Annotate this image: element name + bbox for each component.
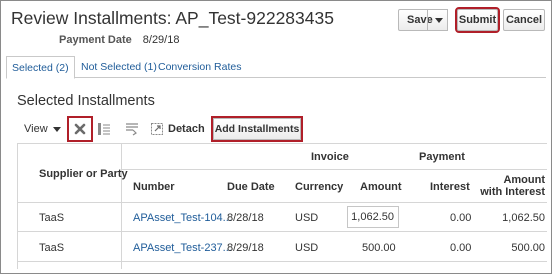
view-label: View [24,123,48,135]
wrap-button[interactable] [125,118,139,140]
group-header-row: Invoice Payment [17,144,547,170]
wrap-icon [126,123,138,136]
save-menu-button[interactable] [427,9,449,31]
detach-icon [151,123,163,135]
add-installments-button[interactable]: Add Installments [211,116,303,142]
cell-currency: USD [295,212,319,224]
view-menu[interactable]: View [24,118,61,140]
freeze-columns-icon [98,123,110,135]
tab-selected[interactable]: Selected (2) [6,56,75,79]
detach-label: Detach [168,123,205,135]
cell-number-link[interactable]: APAsset_Test-104... [133,212,232,224]
payment-group-header: Payment [419,151,465,163]
cell-amount-with-interest: 500.00 [511,242,545,254]
col-amount[interactable]: Amount [360,181,402,193]
page-title: Review Installments: AP_Test-922283435 [11,8,334,28]
cell-supplier: TaaS [39,212,65,224]
cell-currency: USD [295,242,319,254]
submit-label: Submit [458,14,497,26]
tab-bar: Selected (2) Not Selected (1) Conversion… [6,56,546,79]
tab-conversion-rates[interactable]: Conversion Rates [153,56,246,78]
table-row[interactable]: TaaS APAsset_Test-104... 8/28/18 USD 1,0… [17,204,547,232]
submit-button[interactable]: Submit [455,7,500,33]
payment-date: Payment Date 8/29/18 [59,34,179,46]
col-amount-with-interest[interactable]: Amount with Interest [480,174,545,198]
amount-input[interactable]: 1,062.50 [347,206,399,228]
table-toolbar: View Detach Add Installments [17,116,547,142]
col-amount-with-interest-line1: Amount [503,174,545,186]
col-due-date[interactable]: Due Date [227,181,275,193]
delete-button[interactable] [67,116,93,142]
cell-due-date: 8/29/18 [227,242,264,254]
invoice-group-header: Invoice [311,151,349,163]
col-currency[interactable]: Currency [295,181,343,193]
payment-date-value: 8/29/18 [142,34,180,46]
cell-interest: 0.00 [450,242,472,254]
col-amount-with-interest-line2: with Interest [480,186,545,198]
detach-button[interactable]: Detach [150,118,205,140]
installments-table: Invoice Payment Supplier or Party Number… [17,143,547,269]
delete-x-icon [74,123,86,135]
section-title: Selected Installments [17,93,155,109]
column-header-row: Supplier or Party Number Due Date Curren… [17,168,547,203]
cell-supplier: TaaS [39,242,65,254]
cancel-button[interactable]: Cancel [503,9,545,31]
cell-amount-with-interest: 1,062.50 [502,212,545,224]
col-interest[interactable]: Interest [430,181,470,193]
cell-number-link[interactable]: APAsset_Test-237... [133,242,232,254]
table-row[interactable]: TaaS APAsset_Test-237... 8/29/18 USD 500… [17,234,547,262]
payment-date-label: Payment Date [59,34,132,46]
tab-not-selected[interactable]: Not Selected (1) [76,56,162,78]
col-number[interactable]: Number [133,181,175,193]
cell-due-date: 8/28/18 [227,212,264,224]
chevron-down-icon [52,126,61,132]
col-supplier[interactable]: Supplier or Party [39,168,128,180]
cell-interest: 0.00 [450,212,472,224]
cell-amount: 500.00 [362,242,396,254]
chevron-down-icon [434,17,443,23]
freeze-button[interactable] [97,118,111,140]
